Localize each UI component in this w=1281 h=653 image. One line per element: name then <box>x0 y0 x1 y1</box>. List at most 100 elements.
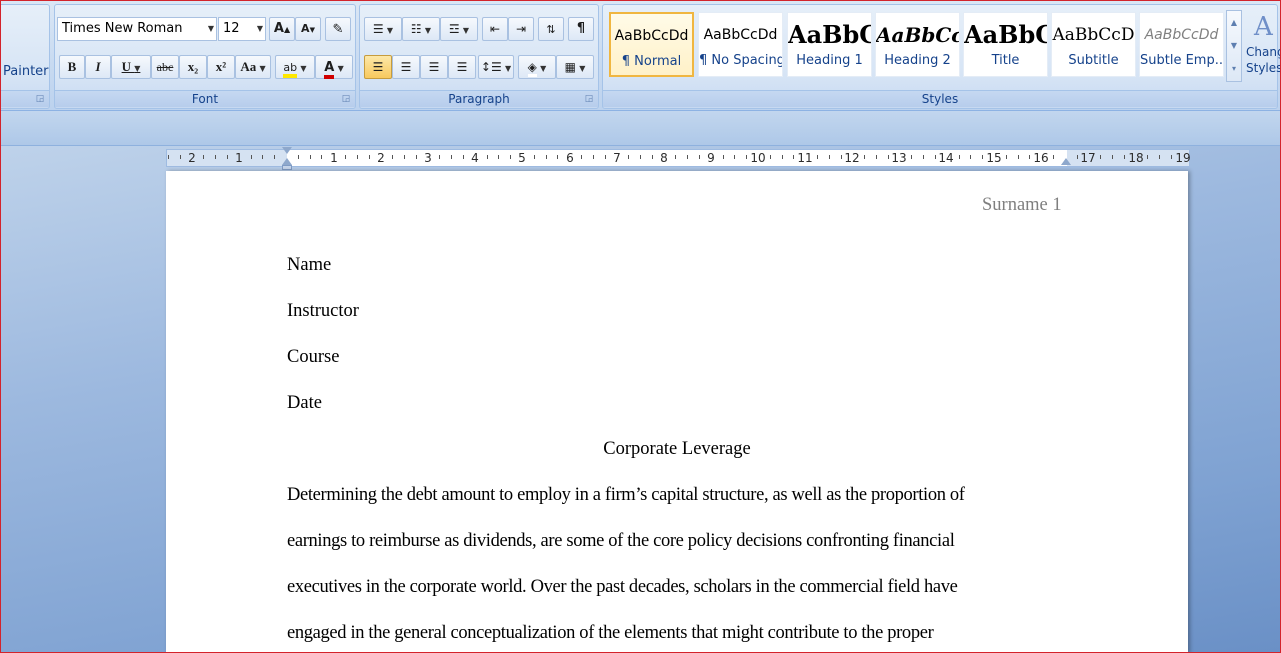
ruler-tick <box>782 155 783 159</box>
format-painter-label[interactable]: Painter <box>3 64 49 79</box>
ruler-label: 6 <box>566 151 574 165</box>
grow-font-button[interactable]: A▲ <box>269 17 295 41</box>
borders-button[interactable]: ▦ ▼ <box>556 55 594 79</box>
ruler-tick <box>675 155 676 159</box>
change-styles-icon: A <box>1254 12 1273 42</box>
bullets-button[interactable]: ☰ ▼ <box>364 17 402 41</box>
page-header-surname: Surname 1 <box>982 195 1062 215</box>
ruler-tick <box>581 155 582 159</box>
bullets-dropdown-icon[interactable]: ▼ <box>387 26 393 35</box>
clipboard-dialog-launcher-icon[interactable]: ◲ <box>35 94 45 104</box>
ruler-label: 15 <box>986 151 1002 165</box>
borders-dropdown-icon[interactable]: ▼ <box>579 64 585 73</box>
ruler-label: 1 <box>235 151 243 165</box>
font-color-button[interactable]: A ▼ <box>315 55 353 79</box>
underline-dropdown-icon[interactable]: ▼ <box>134 64 140 73</box>
ruler-tick <box>923 155 924 159</box>
style-subtitle[interactable]: AaBbCcD Subtitle <box>1051 12 1136 77</box>
hanging-indent-marker[interactable] <box>282 158 292 165</box>
font-color-dropdown-icon[interactable]: ▼ <box>338 64 344 73</box>
shading-dropdown-icon[interactable]: ▼ <box>540 64 546 73</box>
align-center-button[interactable]: ☰ <box>392 55 420 79</box>
ruler-tick <box>298 155 299 159</box>
ruler-tick <box>699 155 700 159</box>
first-line-indent-marker[interactable] <box>282 147 292 154</box>
gallery-more-icon[interactable]: ▾ <box>1227 57 1241 80</box>
clear-formatting-button[interactable]: ✎ <box>325 17 351 41</box>
font-size-dropdown-icon[interactable]: ▼ <box>257 18 263 40</box>
subscript-button[interactable]: x₂ <box>179 55 207 79</box>
font-name-combo[interactable]: Times New Roman ▼ <box>57 17 217 41</box>
justify-button[interactable]: ☰ <box>448 55 476 79</box>
line-spacing-dropdown-icon[interactable]: ▼ <box>505 64 511 73</box>
highlight-button[interactable]: ab ▼ <box>275 55 315 79</box>
ruler-label: 11 <box>797 151 813 165</box>
doc-line-date: Date <box>287 393 322 413</box>
ruler-tick <box>215 155 216 159</box>
style-no-spacing[interactable]: AaBbCcDd ¶ No Spacing <box>698 12 783 77</box>
ruler-tick <box>770 155 771 159</box>
multilevel-list-button[interactable]: ☲ ▼ <box>440 17 478 41</box>
line-spacing-icon: ↕☰ <box>480 60 502 74</box>
styles-gallery-scroll[interactable]: ▲ ▼ ▾ <box>1226 10 1242 82</box>
decrease-indent-button[interactable]: ⇤ <box>482 17 508 41</box>
underline-button[interactable]: U ▼ <box>111 55 151 79</box>
ruler-tick <box>1124 155 1125 159</box>
font-name-dropdown-icon[interactable]: ▼ <box>208 18 214 40</box>
line-spacing-button[interactable]: ↕☰ ▼ <box>478 55 514 79</box>
paragraph-dialog-launcher-icon[interactable]: ◲ <box>584 94 594 104</box>
sort-button[interactable]: ⇅ <box>538 17 564 41</box>
numbering-button[interactable]: ☷ ▼ <box>402 17 440 41</box>
style-title[interactable]: AaBbC Title <box>963 12 1048 77</box>
align-right-button[interactable]: ☰ <box>420 55 448 79</box>
strikethrough-button[interactable]: abc <box>151 55 179 79</box>
ruler-tick <box>734 155 735 159</box>
ruler-label: 1 <box>330 151 338 165</box>
ruler-tick <box>1006 155 1007 159</box>
multilevel-list-dropdown-icon[interactable]: ▼ <box>463 26 469 35</box>
clear-formatting-icon: ✎ <box>332 21 344 36</box>
style-heading-1[interactable]: AaBbC Heading 1 <box>787 12 872 77</box>
doc-line-name: Name <box>287 255 332 275</box>
ribbon-bottom-bar <box>0 111 1281 146</box>
style-heading-2[interactable]: AaBbCc Heading 2 <box>875 12 960 77</box>
ruler-label: 8 <box>660 151 668 165</box>
ruler-tick <box>888 155 889 159</box>
shading-icon: ◈ <box>527 60 537 77</box>
font-size-combo[interactable]: 12 ▼ <box>218 17 266 41</box>
bold-button[interactable]: B <box>59 55 85 79</box>
shading-button[interactable]: ◈ ▼ <box>518 55 556 79</box>
left-indent-marker[interactable] <box>282 165 292 170</box>
font-dialog-launcher-icon[interactable]: ◲ <box>341 94 351 104</box>
style-subtle-emphasis[interactable]: AaBbCcDd Subtle Emp... <box>1139 12 1224 77</box>
change-case-button[interactable]: Aa ▼ <box>235 55 271 79</box>
ruler-label: 13 <box>891 151 907 165</box>
ruler-label: 2 <box>377 151 385 165</box>
show-formatting-button[interactable]: ¶ <box>568 17 594 41</box>
right-indent-marker[interactable] <box>1061 158 1071 165</box>
gallery-down-icon[interactable]: ▼ <box>1227 34 1241 57</box>
ruler-tick <box>1053 155 1054 159</box>
highlight-dropdown-icon[interactable]: ▼ <box>300 64 306 73</box>
italic-button[interactable]: I <box>85 55 111 79</box>
ruler-label: 2 <box>188 151 196 165</box>
ruler-tick <box>723 155 724 159</box>
change-case-dropdown-icon[interactable]: ▼ <box>259 64 265 73</box>
doc-line-instructor: Instructor <box>287 301 359 321</box>
change-styles-button[interactable]: A Chang Styles <box>1246 10 1281 90</box>
numbering-dropdown-icon[interactable]: ▼ <box>425 26 431 35</box>
bullets-icon: ☰ <box>372 22 384 36</box>
ruler-label: 16 <box>1033 151 1049 165</box>
superscript-button[interactable]: x² <box>207 55 235 79</box>
style-normal[interactable]: AaBbCcDd ¶ Normal <box>609 12 694 77</box>
ruler-tick <box>640 155 641 159</box>
ruler-tick <box>251 155 252 159</box>
decrease-indent-icon: ⇤ <box>489 22 501 36</box>
increase-indent-button[interactable]: ⇥ <box>508 17 534 41</box>
ruler-tick <box>605 155 606 159</box>
gallery-up-icon[interactable]: ▲ <box>1227 11 1241 34</box>
align-left-button[interactable]: ☰ <box>364 55 392 79</box>
shrink-font-button[interactable]: A▼ <box>295 17 321 41</box>
style-subtitle-sample: AaBbCcD <box>1052 25 1135 45</box>
ruler-tick <box>982 155 983 159</box>
